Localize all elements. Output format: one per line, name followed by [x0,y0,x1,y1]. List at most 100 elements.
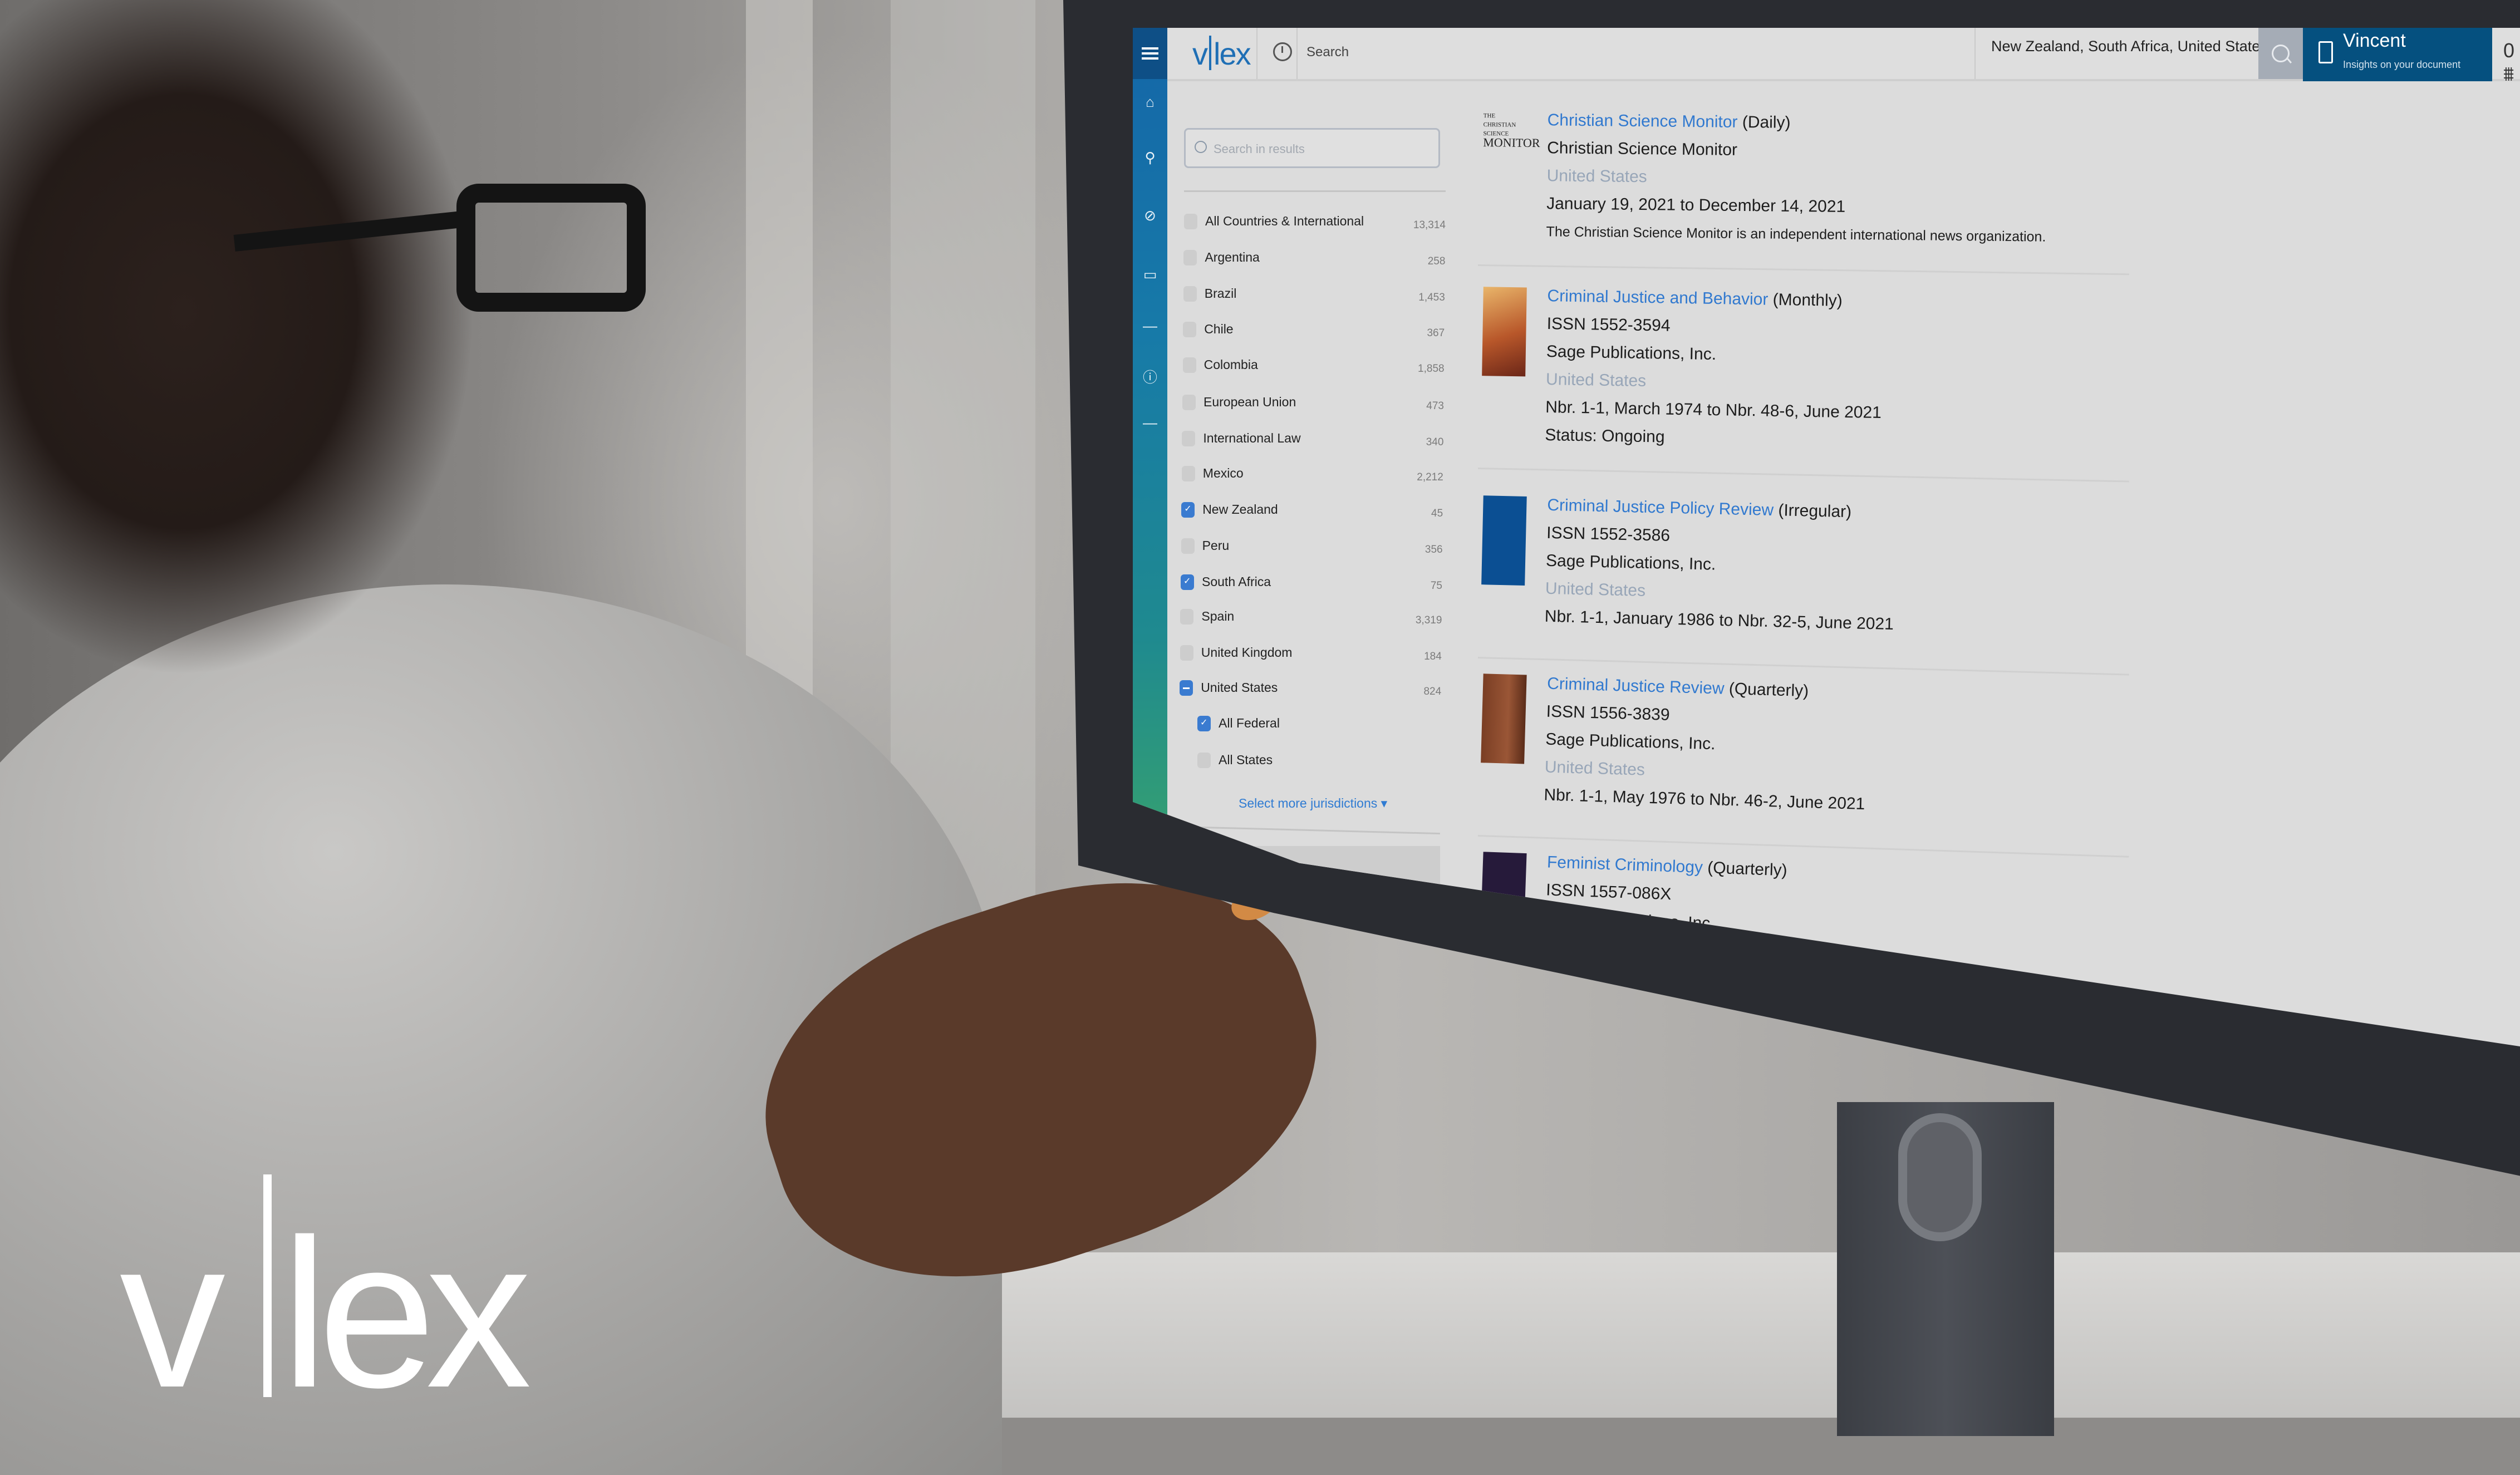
result-title-link[interactable]: Christian Science Monitor [1548,111,1738,131]
result-frequency: (Quarterly) [1707,858,1788,880]
compass-icon[interactable]: ⊘ [1133,207,1167,224]
jurisdiction-checkbox[interactable] [1181,574,1194,590]
jurisdiction-checkbox[interactable] [1181,466,1195,481]
jurisdiction-count: 356 [1424,544,1443,555]
sub-jurisdiction-label: All States [1219,753,1273,767]
jurisdiction-checkbox[interactable] [1182,431,1196,446]
jurisdiction-checkbox[interactable] [1181,502,1195,518]
select-more-jurisdictions-link[interactable]: Select more jurisdictions ▾ [1239,796,1387,811]
jurisdiction-row[interactable]: European Union 473 [1182,392,1444,415]
sub-jurisdiction-checkbox[interactable] [1197,716,1211,731]
jurisdiction-checkbox[interactable] [1183,286,1197,302]
jurisdiction-checkbox[interactable] [1181,538,1195,554]
jurisdiction-checkbox[interactable] [1184,214,1197,229]
info-icon[interactable]: ⓘ [1133,366,1167,387]
menu-button[interactable] [1133,28,1167,79]
jurisdiction-checkbox[interactable] [1183,250,1197,266]
divider [1256,28,1257,79]
jurisdiction-row[interactable]: Spain 3,319 [1180,607,1442,629]
jurisdiction-count: 1,453 [1418,292,1445,303]
result-frequency: (Daily) [1742,112,1791,132]
jurisdiction-row[interactable]: United Kingdom 184 [1180,643,1442,665]
watermark-text-right: lex [281,1195,532,1432]
rail-divider: — [1143,317,1157,334]
result-item: Feminist Criminology (Quarterly) ISSN 155… [1478,846,2173,995]
publication-cover-image[interactable] [1481,673,1527,764]
search-icon [2272,45,2290,62]
folder-icon[interactable]: ▭ [1133,266,1167,283]
jurisdiction-row[interactable]: Chile 367 [1183,319,1445,342]
vincent-button[interactable]: Vincent Insights on your document [2303,28,2492,81]
result-text: Criminal Justice Policy Review (Irregula… [1544,491,1897,638]
result-title-link[interactable]: Feminist Criminology [1546,853,1703,877]
jurisdiction-row[interactable]: United States 824 [1180,678,1441,700]
person-head [0,0,623,751]
jurisdiction-label: United Kingdom [1201,645,1293,660]
logo-bar [1209,36,1211,70]
jurisdiction-label: New Zealand [1202,502,1278,517]
clipboard-icon [2318,41,2333,63]
jurisdiction-row[interactable]: Peru 356 [1181,536,1443,558]
jurisdiction-checkbox[interactable] [1180,645,1193,661]
jurisdiction-label: Spain [1201,609,1235,623]
jurisdiction-row[interactable]: All Countries & International 13,314 [1184,212,1446,234]
result-title-link[interactable]: Criminal Justice Review [1547,675,1725,698]
result-title-link[interactable]: Criminal Justice and Behavior [1547,287,1768,309]
result-description: The Christian Science Monitor is an inde… [1546,224,2046,245]
publication-cover-image[interactable] [1481,495,1527,586]
search-button[interactable] [2258,28,2303,79]
jurisdiction-label: International Law [1203,431,1301,445]
jurisdiction-label: Brazil [1204,286,1237,301]
jurisdiction-checkbox[interactable] [1180,680,1193,696]
result-item: Criminal Justice and Behavior (Monthly) I… [1478,281,2174,446]
jurisdiction-row[interactable]: Brazil 1,453 [1183,284,1445,306]
vincent-title: Vincent [2343,30,2406,51]
jurisdiction-row[interactable]: Argentina 258 [1183,248,1445,270]
jurisdiction-selector-value: New Zealand, South Africa, United States [1991,38,2268,55]
divider [1296,28,1298,79]
jurisdiction-checkbox[interactable] [1182,357,1196,373]
sub-jurisdiction-checkbox[interactable] [1197,753,1211,768]
history-icon[interactable] [1273,42,1292,61]
search-in-results-input[interactable]: Search in results [1184,128,1440,168]
vlex-watermark-logo: v lex [120,1158,565,1419]
jurisdiction-row[interactable]: New Zealand 45 [1181,500,1443,522]
result-frequency: (Monthly) [1772,290,1843,310]
publication-cover-image[interactable] [1482,287,1527,377]
rail-divider: — [1143,414,1157,431]
publication-logo[interactable]: THE CHRISTIAN SCIENCE MONITOR [1483,111,1540,150]
home-icon[interactable]: ⌂ [1133,94,1167,111]
result-item: THE CHRISTIAN SCIENCE MONITOR Christian Sc… [1478,106,2174,244]
jurisdiction-checkbox[interactable] [1180,609,1194,625]
jurisdiction-row[interactable]: South Africa 75 [1181,572,1442,594]
logo-text-left: v [1192,36,1208,71]
jurisdiction-row[interactable]: International Law 340 [1182,429,1443,451]
divider [1974,28,1976,79]
sub-jurisdiction-row[interactable]: All States [1180,750,1441,773]
sub-jurisdiction-row[interactable]: All Federal [1180,714,1441,736]
result-item: Criminal Justice Policy Review (Irregula… [1478,490,2174,633]
jurisdiction-count: 75 [1430,580,1442,592]
jurisdiction-checkbox[interactable] [1183,322,1197,337]
jurisdiction-row[interactable]: Mexico 2,212 [1181,464,1443,486]
global-search-input[interactable]: Search [1306,45,1349,60]
result-title-link[interactable]: Criminal Justice Policy Review [1547,496,1774,519]
sub-jurisdiction-label: All Federal [1219,716,1280,730]
jurisdiction-selector[interactable]: New Zealand, South Africa, United States… [1991,38,2282,55]
result-frequency: (Irregular) [1778,501,1852,522]
counter-badge[interactable]: 0 ⩩ [2503,39,2520,86]
jurisdiction-count: 367 [1427,327,1445,339]
search-in-results-placeholder: Search in results [1214,142,1305,156]
vlex-logo[interactable]: v lex [1192,36,1251,72]
result-text: Christian Science Monitor (Daily) Christi… [1546,106,2047,250]
jurisdiction-count: 3,319 [1415,614,1442,626]
result-text: Criminal Justice and Behavior (Monthly) I… [1545,282,1884,455]
jurisdiction-count: 258 [1427,255,1446,267]
result-item: Criminal Justice Review (Quarterly) ISSN … [1478,668,2173,813]
search-icon[interactable]: ⚲ [1133,149,1167,166]
menu-icon [1142,47,1158,60]
jurisdiction-label: United States [1201,680,1278,695]
jurisdiction-checkbox[interactable] [1182,395,1196,410]
jurisdiction-row[interactable]: Colombia 1,858 [1182,355,1445,377]
vincent-subtitle: Insights on your document [2343,59,2461,70]
